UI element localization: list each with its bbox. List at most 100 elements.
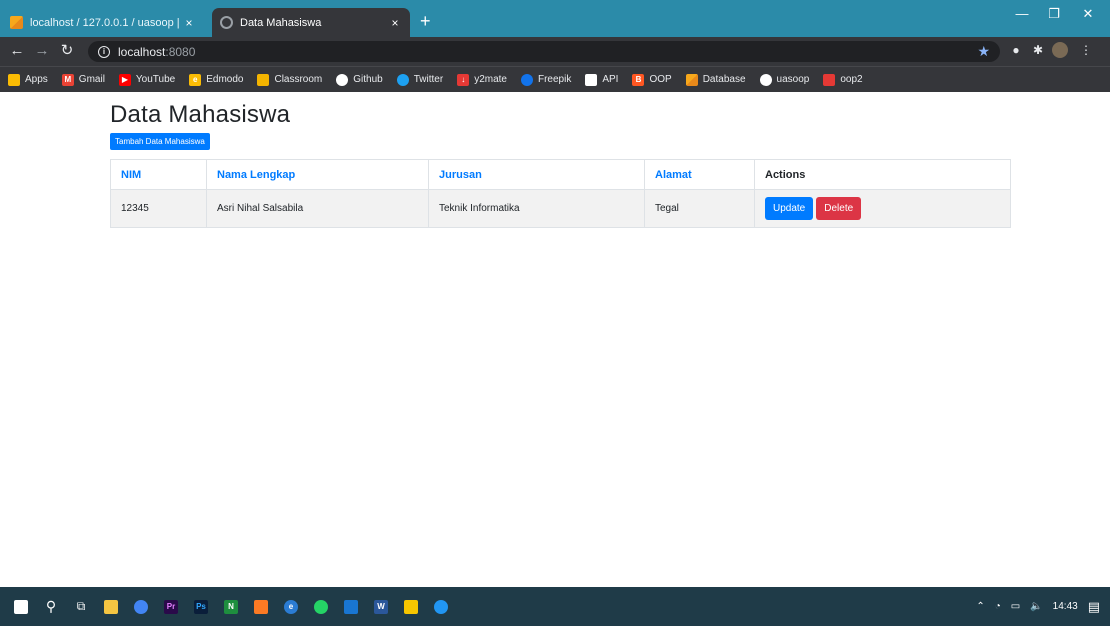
xampp-icon[interactable]: [248, 594, 274, 620]
info-icon[interactable]: i: [98, 45, 110, 58]
globe-icon: [220, 16, 233, 29]
student-table: NIM Nama Lengkap Jurusan Alamat Actions …: [110, 159, 1011, 228]
wifi-icon[interactable]: ◔: [995, 601, 1001, 612]
app-icon[interactable]: N: [218, 594, 244, 620]
bookmarks-bar: Apps M Gmail ▶ YouTube e Edmodo Classroom G…: [0, 66, 1110, 92]
volume-icon[interactable]: 🔈: [1030, 601, 1042, 612]
edmodo-icon: e: [189, 73, 202, 86]
notification-icon[interactable]: ▤: [1088, 599, 1100, 615]
word-icon[interactable]: W: [368, 594, 394, 620]
freepik-icon: [520, 73, 533, 86]
system-tray: ⌃ ◔ ▭ 🔈 14:43 ▤: [966, 587, 1100, 626]
cell-nim: 12345: [110, 189, 207, 228]
puzzle-icon[interactable]: ✱: [1030, 42, 1046, 58]
phpmyadmin-icon: [685, 73, 698, 86]
bookmark-label: YouTube: [135, 74, 176, 85]
api-icon: [585, 73, 598, 86]
url-host: localhost: [118, 44, 166, 59]
edge-icon[interactable]: e: [278, 594, 304, 620]
y2mate-icon: ↓: [457, 73, 470, 86]
header-nama-lengkap[interactable]: Nama Lengkap: [206, 159, 429, 190]
chrome-icon[interactable]: [128, 594, 154, 620]
browser-titlebar: localhost / 127.0.0.1 / uasoop | p × Dat…: [0, 0, 1110, 37]
new-tab-button[interactable]: +: [420, 12, 431, 30]
page-title: Data Mahasiswa: [110, 101, 291, 128]
page-content: Data Mahasiswa Tambah Data Mahasiswa NIM…: [0, 92, 1110, 587]
bookmark-gmail[interactable]: M Gmail: [61, 73, 105, 86]
apps-grid-icon: [8, 73, 20, 86]
gmail-icon: M: [61, 73, 74, 86]
bookmark-oop[interactable]: B OOP: [632, 73, 672, 86]
tab-data-mahasiswa[interactable]: Data Mahasiswa ×: [212, 8, 410, 37]
header-jurusan[interactable]: Jurusan: [428, 159, 645, 190]
file-explorer-icon[interactable]: [98, 594, 124, 620]
bookmark-uasoop[interactable]: uasoop: [759, 73, 809, 86]
bookmark-twitter[interactable]: Twitter: [396, 73, 444, 86]
sticky-notes-icon[interactable]: [398, 594, 424, 620]
battery-icon[interactable]: ▭: [1011, 601, 1020, 612]
back-arrow-icon[interactable]: ←: [8, 42, 26, 60]
restore-button[interactable]: ❐: [1044, 6, 1064, 22]
github-icon: [336, 73, 349, 86]
delete-button[interactable]: Delete: [816, 197, 862, 220]
tab-phpmyadmin[interactable]: localhost / 127.0.0.1 / uasoop | p ×: [2, 8, 204, 37]
bookmark-label: Twitter: [413, 74, 444, 85]
search-icon[interactable]: ⚲: [38, 594, 64, 620]
bookmark-label: Database: [702, 74, 746, 85]
add-student-button[interactable]: Tambah Data Mahasiswa: [110, 133, 210, 150]
window-close-button[interactable]: ✕: [1078, 6, 1098, 22]
cell-nama: Asri Nihal Salsabila: [206, 189, 429, 228]
table-row: 12345 Asri Nihal Salsabila Teknik Inform…: [110, 189, 1011, 228]
forward-arrow-icon[interactable]: →: [33, 42, 51, 60]
premiere-icon[interactable]: Pr: [158, 594, 184, 620]
task-view-icon[interactable]: ⧉: [68, 594, 94, 620]
globe-icon: [759, 73, 772, 86]
close-icon[interactable]: ×: [182, 16, 196, 30]
clock[interactable]: 14:43: [1053, 601, 1078, 612]
profile-avatar[interactable]: [1052, 42, 1068, 58]
windows-taskbar: ⚲ ⧉ Pr Ps N e W ⌃ ◔ ▭ 🔈 14:43 ▤: [0, 587, 1110, 626]
bookmark-database[interactable]: Database: [685, 73, 746, 86]
cell-actions: Update Delete: [754, 189, 1011, 228]
chevron-up-icon[interactable]: ⌃: [976, 601, 984, 612]
windows-start-icon[interactable]: [8, 594, 34, 620]
bookmark-github[interactable]: Github: [336, 73, 383, 86]
bookmark-apps[interactable]: Apps: [8, 73, 48, 86]
oop2-icon: [823, 73, 836, 86]
photoshop-icon[interactable]: Ps: [188, 594, 214, 620]
app-icon[interactable]: [428, 594, 454, 620]
bookmark-oop2[interactable]: oop2: [823, 73, 863, 86]
bookmark-edmodo[interactable]: e Edmodo: [189, 73, 243, 86]
bookmark-label: Apps: [25, 74, 48, 85]
tab-title: localhost / 127.0.0.1 / uasoop | p: [30, 16, 182, 29]
tab-title: Data Mahasiswa: [240, 16, 322, 29]
twitter-icon: [396, 73, 409, 86]
blogger-icon: B: [632, 73, 645, 86]
bookmark-label: API: [602, 74, 619, 85]
reload-icon[interactable]: ↻: [58, 42, 76, 60]
bookmark-classroom[interactable]: Classroom: [257, 73, 323, 86]
bookmark-label: Classroom: [274, 74, 323, 85]
extension-icon[interactable]: ●: [1008, 42, 1024, 58]
cell-alamat: Tegal: [644, 189, 755, 228]
bookmark-star-icon[interactable]: ★: [977, 43, 990, 60]
update-button[interactable]: Update: [765, 197, 814, 220]
bookmark-api[interactable]: API: [585, 73, 619, 86]
menu-kebab-icon[interactable]: ⋮: [1078, 42, 1094, 58]
whatsapp-icon[interactable]: [308, 594, 334, 620]
bookmark-freepik[interactable]: Freepik: [520, 73, 571, 86]
header-alamat[interactable]: Alamat: [644, 159, 755, 190]
youtube-icon: ▶: [118, 73, 131, 86]
browser-toolbar: ← → ↻ i localhost:8080 ★ ● ✱ ⋮: [0, 37, 1110, 66]
address-bar[interactable]: i localhost:8080 ★: [88, 41, 1000, 62]
bookmark-label: Github: [353, 74, 383, 85]
minimize-button[interactable]: —: [1012, 6, 1032, 21]
table-header-row: NIM Nama Lengkap Jurusan Alamat Actions: [110, 159, 1011, 190]
app-icon[interactable]: [338, 594, 364, 620]
header-nim[interactable]: NIM: [110, 159, 207, 190]
bookmark-y2mate[interactable]: ↓ y2mate: [457, 73, 507, 86]
header-actions: Actions: [754, 159, 1011, 190]
bookmark-youtube[interactable]: ▶ YouTube: [118, 73, 176, 86]
bookmark-label: y2mate: [474, 74, 507, 85]
close-icon[interactable]: ×: [388, 16, 402, 30]
